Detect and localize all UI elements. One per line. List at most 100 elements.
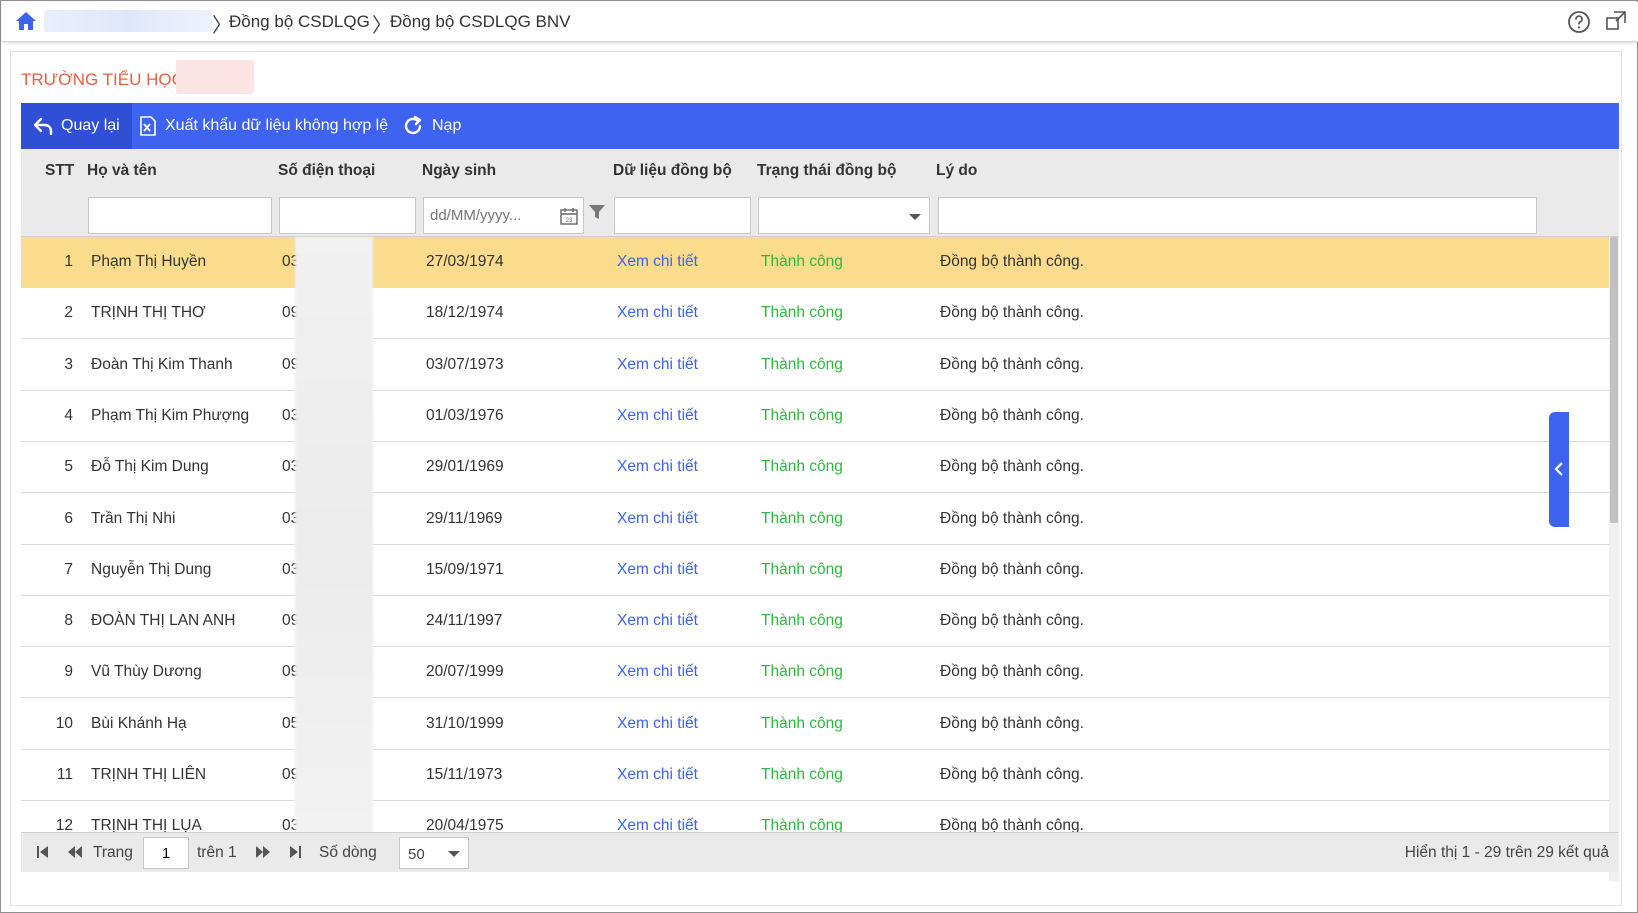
view-detail-link[interactable]: Xem chi tiết (617, 458, 698, 476)
cell-full-name: Nguyễn Thị Dung (91, 560, 212, 578)
last-page-icon[interactable] (287, 844, 303, 860)
table-row[interactable]: 9Vũ Thùy Dương09220/07/1999Xem chi tiếtT… (21, 647, 1609, 699)
cell-full-name: Vũ Thùy Dương (91, 663, 202, 681)
cell-stt: 10 (55, 714, 73, 732)
cell-full-name: ĐOÀN THỊ LAN ANH (91, 612, 236, 630)
next-page-icon[interactable] (255, 844, 271, 860)
table-row[interactable]: 10Bùi Khánh Hạ05831/10/1999Xem chi tiếtT… (21, 698, 1609, 750)
filter-icon[interactable] (588, 203, 606, 221)
cell-full-name: Đỗ Thị Kim Dung (91, 458, 209, 476)
view-detail-link[interactable]: Xem chi tiết (617, 510, 698, 528)
side-panel-toggle[interactable] (1549, 412, 1569, 527)
cell-dob: 27/03/1974 (426, 253, 504, 270)
cell-full-name: TRỊNH THỊ THƠ (91, 304, 206, 322)
export-button-label: Xuất khẩu dữ liệu không hợp lệ (165, 117, 389, 134)
result-summary: Hiển thị 1 - 29 trên 29 kết quả (1404, 844, 1609, 861)
cell-stt: 3 (64, 355, 73, 373)
popout-icon[interactable] (1605, 10, 1627, 32)
table-row[interactable]: 2TRỊNH THỊ THƠ09818/12/1974Xem chi tiếtT… (21, 288, 1609, 340)
app-window: 〉 Đồng bộ CSDLQG 〉 Đồng bộ CSDLQG BNV TR… (0, 0, 1638, 913)
cell-reason: Đồng bộ thành công. (940, 766, 1084, 783)
chevron-down-icon (448, 851, 460, 857)
breadcrumb-item-sync-csdlqg[interactable]: Đồng bộ CSDLQG (229, 12, 370, 32)
cell-reason: Đồng bộ thành công. (940, 612, 1084, 630)
school-name: TRƯỜNG TIỂU HỌC (21, 70, 184, 89)
view-detail-link[interactable]: Xem chi tiết (617, 561, 698, 579)
previous-page-icon[interactable] (67, 844, 83, 860)
help-icon[interactable] (1567, 10, 1591, 34)
cell-sync-status: Thành công (761, 766, 843, 783)
home-icon[interactable] (14, 10, 38, 32)
column-header-sync-data[interactable]: Dữ liệu đồng bộ (613, 162, 732, 180)
sync-data-filter-input[interactable] (614, 197, 751, 234)
chevron-down-icon (909, 214, 921, 220)
export-invalid-data-button[interactable]: Xuất khẩu dữ liệu không hợp lệ (139, 103, 388, 149)
table-header: STT Họ và tên Số điện thoại Ngày sinh Dữ… (21, 149, 1619, 193)
cell-stt: 5 (64, 458, 73, 476)
view-detail-link[interactable]: Xem chi tiết (617, 715, 698, 733)
name-filter-input[interactable] (88, 197, 272, 234)
table-row[interactable]: 3Đoàn Thị Kim Thanh09803/07/1973Xem chi … (21, 339, 1609, 391)
table-row[interactable]: 11TRỊNH THỊ LIÊN09315/11/1973Xem chi tiế… (21, 750, 1609, 801)
column-header-dob[interactable]: Ngày sinh (422, 162, 496, 180)
view-detail-link[interactable]: Xem chi tiết (617, 304, 698, 322)
table-row[interactable]: 5Đỗ Thị Kim Dung03229/01/1969Xem chi tiế… (21, 442, 1609, 494)
chevron-left-icon (1554, 462, 1563, 476)
cell-sync-status: Thành công (761, 714, 843, 732)
cell-reason: Đồng bộ thành công. (940, 509, 1084, 527)
calendar-icon[interactable]: 23 (559, 206, 579, 226)
breadcrumb-hidden-item[interactable] (44, 10, 212, 32)
phone-filter-input[interactable] (279, 197, 416, 234)
content-panel: TRƯỜNG TIỂU HỌC Quay lại Xuất khẩu dữ li… (10, 51, 1622, 906)
cell-stt: 9 (64, 663, 73, 681)
svg-text:23: 23 (566, 218, 573, 224)
dob-filter-input[interactable]: 23 (423, 197, 584, 234)
cell-full-name: Đoàn Thị Kim Thanh (91, 355, 233, 373)
chevron-right-icon: 〉 (372, 15, 392, 37)
reload-button[interactable]: Nạp (402, 103, 461, 149)
view-detail-link[interactable]: Xem chi tiết (617, 253, 698, 271)
table-row[interactable]: 8ĐOÀN THỊ LAN ANH09624/11/1997Xem chi ti… (21, 596, 1609, 648)
toolbar: Quay lại Xuất khẩu dữ liệu không hợp lệ … (21, 103, 1619, 149)
table-row[interactable]: 6Trần Thị Nhi03529/11/1969Xem chi tiếtTh… (21, 493, 1609, 545)
column-header-reason[interactable]: Lý do (936, 162, 977, 180)
cell-sync-status: Thành công (761, 253, 843, 270)
back-button[interactable]: Quay lại (21, 103, 132, 149)
table-row[interactable]: 4Phạm Thị Kim Phượng03601/03/1976Xem chi… (21, 390, 1609, 442)
cell-stt: 6 (64, 509, 73, 527)
column-header-name[interactable]: Họ và tên (87, 162, 157, 180)
vertical-scrollbar-thumb[interactable] (1610, 237, 1618, 523)
view-detail-link[interactable]: Xem chi tiết (617, 766, 698, 784)
cell-full-name: Phạm Thị Kim Phượng (91, 406, 250, 424)
cell-dob: 29/11/1969 (426, 509, 503, 527)
first-page-icon[interactable] (35, 844, 51, 860)
view-detail-link[interactable]: Xem chi tiết (617, 407, 698, 425)
cell-stt: 7 (64, 560, 73, 578)
column-header-sync-status[interactable]: Trạng thái đồng bộ (757, 162, 897, 180)
cell-dob: 24/11/1997 (426, 612, 503, 630)
cell-sync-status: Thành công (761, 560, 843, 578)
rows-per-page-label: Số dòng (319, 844, 377, 861)
cell-stt: 2 (64, 304, 73, 322)
reason-filter-input[interactable] (938, 197, 1537, 234)
cell-sync-status: Thành công (761, 304, 843, 322)
view-detail-link[interactable]: Xem chi tiết (617, 356, 698, 374)
view-detail-link[interactable]: Xem chi tiết (617, 612, 698, 630)
reload-button-label: Nạp (432, 117, 462, 134)
page-number-input[interactable] (143, 837, 189, 869)
table-row[interactable]: 7Nguyễn Thị Dung03815/09/1971Xem chi tiế… (21, 544, 1609, 596)
table-body: 1Phạm Thị Huyền03827/03/1974Xem chi tiết… (21, 237, 1619, 881)
column-header-phone[interactable]: Số điện thoại (278, 162, 375, 180)
view-detail-link[interactable]: Xem chi tiết (617, 663, 698, 681)
sync-status-filter-select[interactable] (758, 197, 930, 234)
pagination-bar: Trang trên 1 Số dòng 50 Hiển thị 1 - 29 … (21, 832, 1619, 872)
rows-per-page-select[interactable]: 50 (399, 837, 469, 869)
cell-sync-status: Thành công (761, 406, 843, 424)
column-header-stt[interactable]: STT (45, 162, 74, 180)
cell-dob: 18/12/1974 (426, 304, 504, 322)
table-row[interactable]: 1Phạm Thị Huyền03827/03/1974Xem chi tiết… (21, 237, 1609, 288)
cell-sync-status: Thành công (761, 355, 843, 373)
excel-export-icon (140, 116, 156, 136)
cell-sync-status: Thành công (761, 663, 843, 681)
cell-dob: 15/11/1973 (426, 766, 503, 783)
